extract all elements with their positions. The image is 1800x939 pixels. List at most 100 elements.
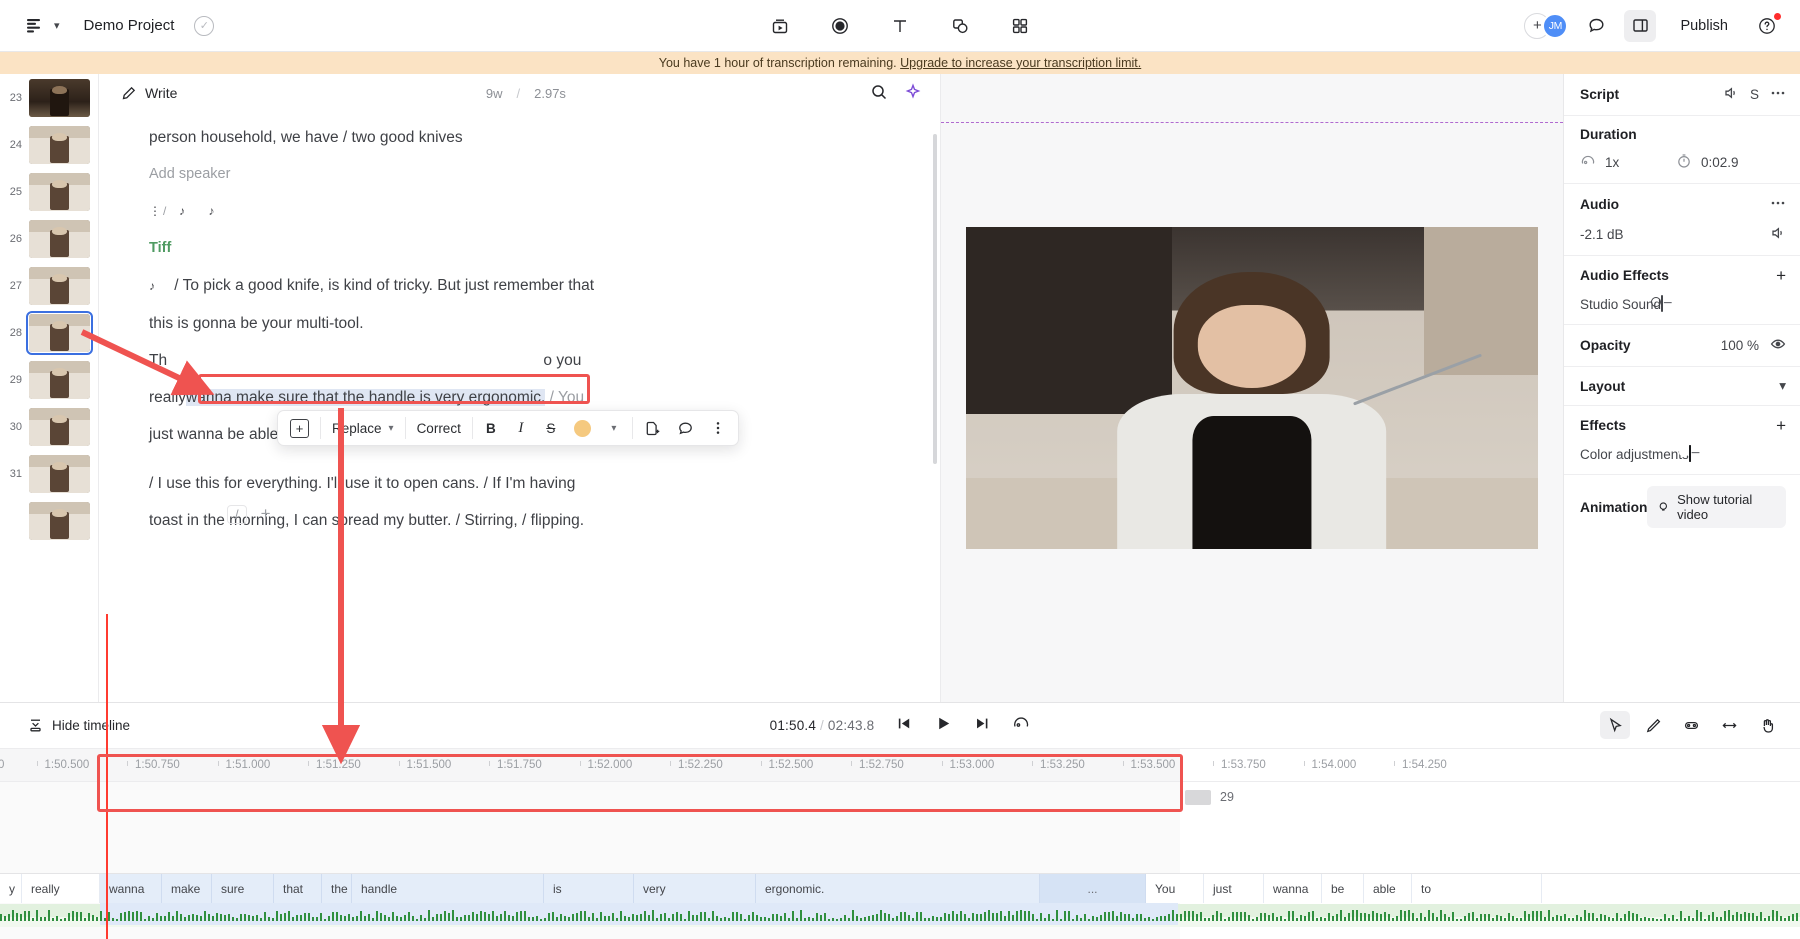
highlight-color-button[interactable] <box>566 413 599 443</box>
scene-thumbnail-wrap[interactable] <box>28 501 91 541</box>
studio-sound-toggle[interactable] <box>1661 295 1663 312</box>
audio-track[interactable] <box>0 903 1800 925</box>
right-panel-icon[interactable] <box>1624 10 1656 42</box>
insert-button[interactable]: + <box>282 413 317 443</box>
strikethrough-button[interactable]: S <box>536 413 566 443</box>
transcript-line-prev[interactable]: person household, we have / two good kni… <box>149 122 900 153</box>
speed-value[interactable]: 1x <box>1605 155 1619 170</box>
scene-thumbnail-wrap[interactable] <box>28 407 91 447</box>
record-icon[interactable] <box>823 9 857 43</box>
scene-item[interactable]: 23 <box>0 74 98 121</box>
scene-thumbnail-wrap[interactable] <box>28 266 91 306</box>
italic-button[interactable]: I <box>506 413 536 443</box>
timeline-ruler[interactable]: 1:50.2501:50.5001:50.7501:51.0001:51.250… <box>0 749 1800 782</box>
speed-icon[interactable] <box>1011 714 1030 736</box>
scene-thumbnail-wrap[interactable] <box>28 360 91 400</box>
timeline-word[interactable]: ... <box>1040 874 1146 903</box>
selected-text[interactable]: wanna make sure that the handle is very … <box>186 389 545 406</box>
timeline-word[interactable]: really <box>22 874 100 903</box>
remove-color-adjustments-button[interactable]: − <box>1691 445 1700 462</box>
transcript-paragraph-2-line2[interactable]: + reallywanna make sure that the handle … <box>149 382 900 413</box>
add-audio-effect-button[interactable]: + <box>1776 267 1786 284</box>
banner-upgrade-link[interactable]: Upgrade to increase your transcription l… <box>900 56 1141 70</box>
hand-tool[interactable] <box>1752 711 1782 739</box>
scene-item[interactable]: 26 <box>0 215 98 262</box>
timeline-word[interactable]: that <box>274 874 322 903</box>
volume-icon[interactable] <box>1723 85 1739 104</box>
hide-timeline-button[interactable]: Hide timeline <box>28 718 130 733</box>
audio-db-value[interactable]: -2.1 dB <box>1580 227 1624 242</box>
more-vertical-icon[interactable] <box>702 413 734 443</box>
music-markers-row[interactable]: ⋮/ ♪ ♪ <box>149 196 900 227</box>
remove-studio-sound-button[interactable]: − <box>1663 295 1672 312</box>
scene-marker[interactable]: 29 <box>1185 790 1234 805</box>
timeline-word[interactable]: is <box>544 874 634 903</box>
skip-back-icon[interactable] <box>894 714 913 736</box>
export-clip-icon[interactable] <box>636 413 669 443</box>
timeline-word[interactable]: wanna <box>100 874 162 903</box>
transcript-body[interactable]: person household, we have / two good kni… <box>99 112 940 702</box>
timeline-word[interactable]: be <box>1322 874 1364 903</box>
select-tool[interactable] <box>1600 711 1630 739</box>
text-icon[interactable] <box>883 9 917 43</box>
speaker-name[interactable]: Tiff <box>149 233 900 264</box>
subtitle-toggle[interactable]: S <box>1750 87 1759 102</box>
timeline-word[interactable]: ergonomic. <box>756 874 1040 903</box>
timeline-word[interactable]: make <box>162 874 212 903</box>
timeline-word[interactable]: y <box>0 874 22 903</box>
sparkle-icon[interactable] <box>904 83 922 104</box>
timeline-word[interactable]: wanna <box>1264 874 1322 903</box>
timeline-word[interactable]: able <box>1364 874 1412 903</box>
scene-strip[interactable]: 232425262728293031 <box>0 74 99 702</box>
transcript-paragraph-1b[interactable]: this is gonna be your multi-tool. <box>149 308 900 339</box>
marker-tool[interactable] <box>1676 711 1706 739</box>
main-menu-icon[interactable] <box>22 15 44 37</box>
play-icon[interactable] <box>933 714 952 736</box>
word-track[interactable]: yreallywannamakesurethatthehandleisverye… <box>0 873 1800 903</box>
scene-item[interactable]: 27 <box>0 262 98 309</box>
more-horizontal-icon[interactable] <box>1770 85 1786 104</box>
layout-section[interactable]: Layout ▾ <box>1564 367 1800 406</box>
timeline-word[interactable]: You <box>1146 874 1204 903</box>
gutter-slash-button[interactable]: / <box>227 505 247 524</box>
publish-button[interactable]: Publish <box>1668 12 1740 40</box>
transcript-paragraph-3a[interactable]: / I use this for everything. I'll use it… <box>149 468 900 499</box>
duration-value[interactable]: 0:02.9 <box>1701 155 1739 170</box>
add-speaker-button[interactable]: Add speaker <box>149 159 900 190</box>
video-canvas[interactable] <box>966 227 1538 549</box>
apps-grid-icon[interactable] <box>1003 9 1037 43</box>
timeline-word[interactable]: very <box>634 874 756 903</box>
scene-item[interactable]: 24 <box>0 121 98 168</box>
color-chevron-icon[interactable]: ▾ <box>599 413 629 443</box>
scene-item[interactable]: 31 <box>0 450 98 497</box>
search-icon[interactable] <box>870 83 888 104</box>
skip-forward-icon[interactable] <box>972 714 991 736</box>
scene-item[interactable]: 28 <box>0 309 98 356</box>
transcript-paragraph-2-line1[interactable]: Th o you <box>149 345 900 376</box>
write-mode-button[interactable]: Write <box>121 85 177 101</box>
avatar[interactable]: JM <box>1542 13 1568 39</box>
eye-icon[interactable] <box>1770 336 1786 355</box>
timeline-word[interactable]: handle <box>352 874 544 903</box>
media-icon[interactable] <box>763 9 797 43</box>
scene-item[interactable]: 25 <box>0 168 98 215</box>
comment-icon[interactable] <box>669 413 702 443</box>
bold-button[interactable]: B <box>476 413 506 443</box>
scene-item[interactable]: 30 <box>0 403 98 450</box>
menu-chevron-icon[interactable]: ▾ <box>50 19 64 32</box>
add-effect-button[interactable]: + <box>1776 417 1786 434</box>
help-button[interactable] <box>1752 11 1782 41</box>
audio-volume-icon[interactable] <box>1770 225 1786 244</box>
scene-thumbnail-wrap[interactable] <box>28 78 91 118</box>
resize-tool[interactable] <box>1714 711 1744 739</box>
timeline-word[interactable]: to <box>1412 874 1542 903</box>
timeline-word[interactable]: the <box>322 874 352 903</box>
timeline-word[interactable]: sure <box>212 874 274 903</box>
pen-tool[interactable] <box>1638 711 1668 739</box>
scene-item[interactable]: 29 <box>0 356 98 403</box>
comment-bubble-icon[interactable] <box>1580 10 1612 42</box>
chevron-down-icon[interactable]: ▾ <box>1779 378 1786 394</box>
shapes-icon[interactable] <box>943 9 977 43</box>
project-title[interactable]: Demo Project <box>84 17 175 34</box>
scene-thumbnail-wrap[interactable] <box>28 454 91 494</box>
